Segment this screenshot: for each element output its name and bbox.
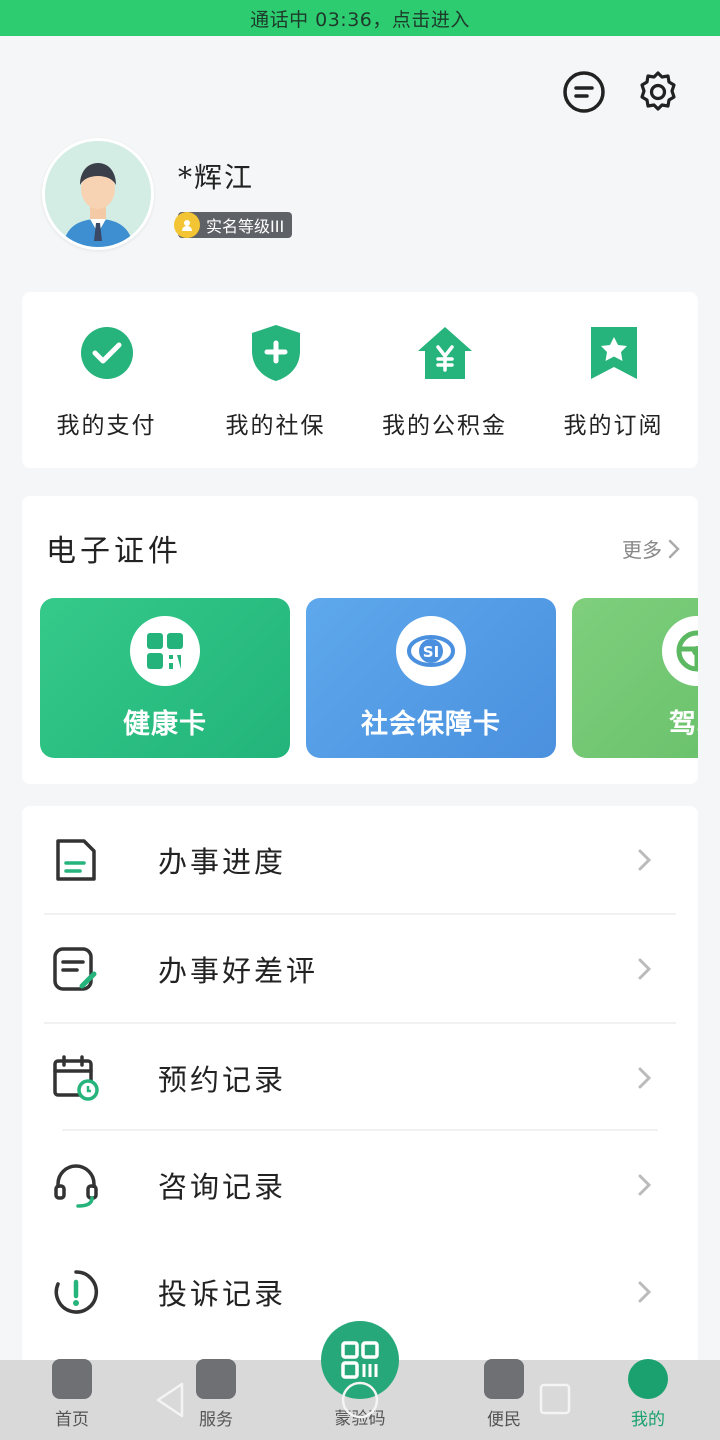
- record-appointments[interactable]: 预约记录: [44, 1024, 676, 1131]
- record-label: 咨询记录: [158, 1169, 287, 1204]
- svg-text:SI: SI: [423, 643, 439, 661]
- message-icon[interactable]: [560, 68, 608, 116]
- tab-label: 便民: [487, 1410, 521, 1430]
- user-badge-icon: [174, 212, 200, 238]
- user-name: *辉江: [178, 161, 255, 194]
- records-card: 办事进度 办事好差评 预约记录 咨询记录 投诉记录: [22, 806, 698, 1366]
- tab-label: 服务: [199, 1410, 233, 1430]
- cert-label: 健康卡: [123, 708, 207, 740]
- record-progress[interactable]: 办事进度: [44, 806, 676, 913]
- tab-home[interactable]: 首页: [12, 1359, 132, 1440]
- cert-driving-license[interactable]: 驾驶: [572, 598, 698, 758]
- edit-note-icon: [50, 943, 102, 995]
- chevron-right-icon: [638, 849, 652, 870]
- nav-back-icon[interactable]: [154, 1380, 186, 1420]
- calendar-clock-icon: [50, 1052, 102, 1104]
- verification-level-text: 实名等级III: [206, 217, 285, 236]
- cert-label: 驾驶: [669, 708, 698, 740]
- cert-carousel[interactable]: 健康卡 SI 社会保障卡 驾驶: [40, 598, 698, 758]
- record-label: 预约记录: [158, 1062, 287, 1097]
- call-status-bar[interactable]: 通话中 03:36，点击进入: [0, 0, 720, 36]
- avatar[interactable]: [42, 138, 154, 250]
- tab-label: 首页: [55, 1410, 89, 1430]
- social-security-icon: SI: [396, 615, 466, 686]
- record-label: 投诉记录: [158, 1276, 287, 1311]
- record-label: 办事好差评: [158, 953, 319, 988]
- chevron-right-icon: [668, 539, 680, 558]
- quick-item-housing-fund[interactable]: 我的公积金: [370, 322, 520, 440]
- bookmark-star-icon: [583, 322, 645, 384]
- gear-icon[interactable]: [634, 68, 682, 116]
- profile-info: *辉江 实名等级III: [174, 156, 293, 250]
- quick-label: 我的订阅: [563, 413, 664, 439]
- cert-health-card[interactable]: 健康卡: [40, 598, 290, 758]
- tab-mine[interactable]: 我的: [588, 1359, 708, 1440]
- house-yen-icon: [414, 322, 476, 384]
- quick-label: 我的公积金: [382, 413, 507, 439]
- record-label: 办事进度: [158, 844, 287, 879]
- cert-label: 社会保障卡: [361, 708, 501, 740]
- cert-social-security-card[interactable]: SI 社会保障卡: [306, 598, 556, 758]
- quick-label: 我的社保: [225, 413, 326, 439]
- user-profile[interactable]: *辉江 实名等级III: [42, 138, 293, 250]
- chevron-right-icon: [638, 958, 652, 979]
- qr-code-icon: [341, 1341, 379, 1379]
- e-certificates-card: 电子证件 更多 健康卡 SI 社会保障卡 驾驶: [22, 496, 698, 784]
- verification-level-badge[interactable]: 实名等级III: [174, 212, 293, 238]
- more-label: 更多: [622, 538, 662, 562]
- more-link[interactable]: 更多: [622, 534, 680, 563]
- chevron-right-icon: [638, 1067, 652, 1088]
- quick-item-social-security[interactable]: 我的社保: [201, 322, 351, 440]
- quick-item-subscriptions[interactable]: 我的订阅: [539, 322, 689, 440]
- check-circle-icon: [76, 322, 138, 384]
- qr-code-icon: [130, 615, 200, 686]
- services-icon: [196, 1359, 236, 1399]
- call-status-text: 通话中 03:36，点击进入: [250, 8, 470, 31]
- quick-item-payment[interactable]: 我的支付: [32, 322, 182, 440]
- nav-recents-icon[interactable]: [538, 1382, 572, 1416]
- top-actions: [560, 68, 682, 116]
- headset-icon: [50, 1159, 102, 1211]
- quick-label: 我的支付: [56, 413, 157, 439]
- record-consultations[interactable]: 咨询记录: [44, 1131, 676, 1238]
- nav-home-icon[interactable]: [340, 1380, 380, 1420]
- alert-circle-icon: [50, 1266, 102, 1318]
- chevron-right-icon: [638, 1281, 652, 1302]
- home-icon: [52, 1359, 92, 1399]
- chevron-right-icon: [638, 1174, 652, 1195]
- tab-spacer: [300, 1430, 420, 1440]
- tab-label: 我的: [631, 1410, 665, 1430]
- document-icon: [50, 834, 102, 886]
- bookmark-icon: [484, 1359, 524, 1399]
- shield-plus-icon: [245, 322, 307, 384]
- profile-icon: [628, 1359, 668, 1399]
- quick-links-card: 我的支付 我的社保 我的公积金 我的订阅: [22, 292, 698, 468]
- record-evaluation[interactable]: 办事好差评: [44, 915, 676, 1022]
- section-title: 电子证件: [46, 534, 182, 569]
- steering-wheel-icon: [662, 615, 698, 686]
